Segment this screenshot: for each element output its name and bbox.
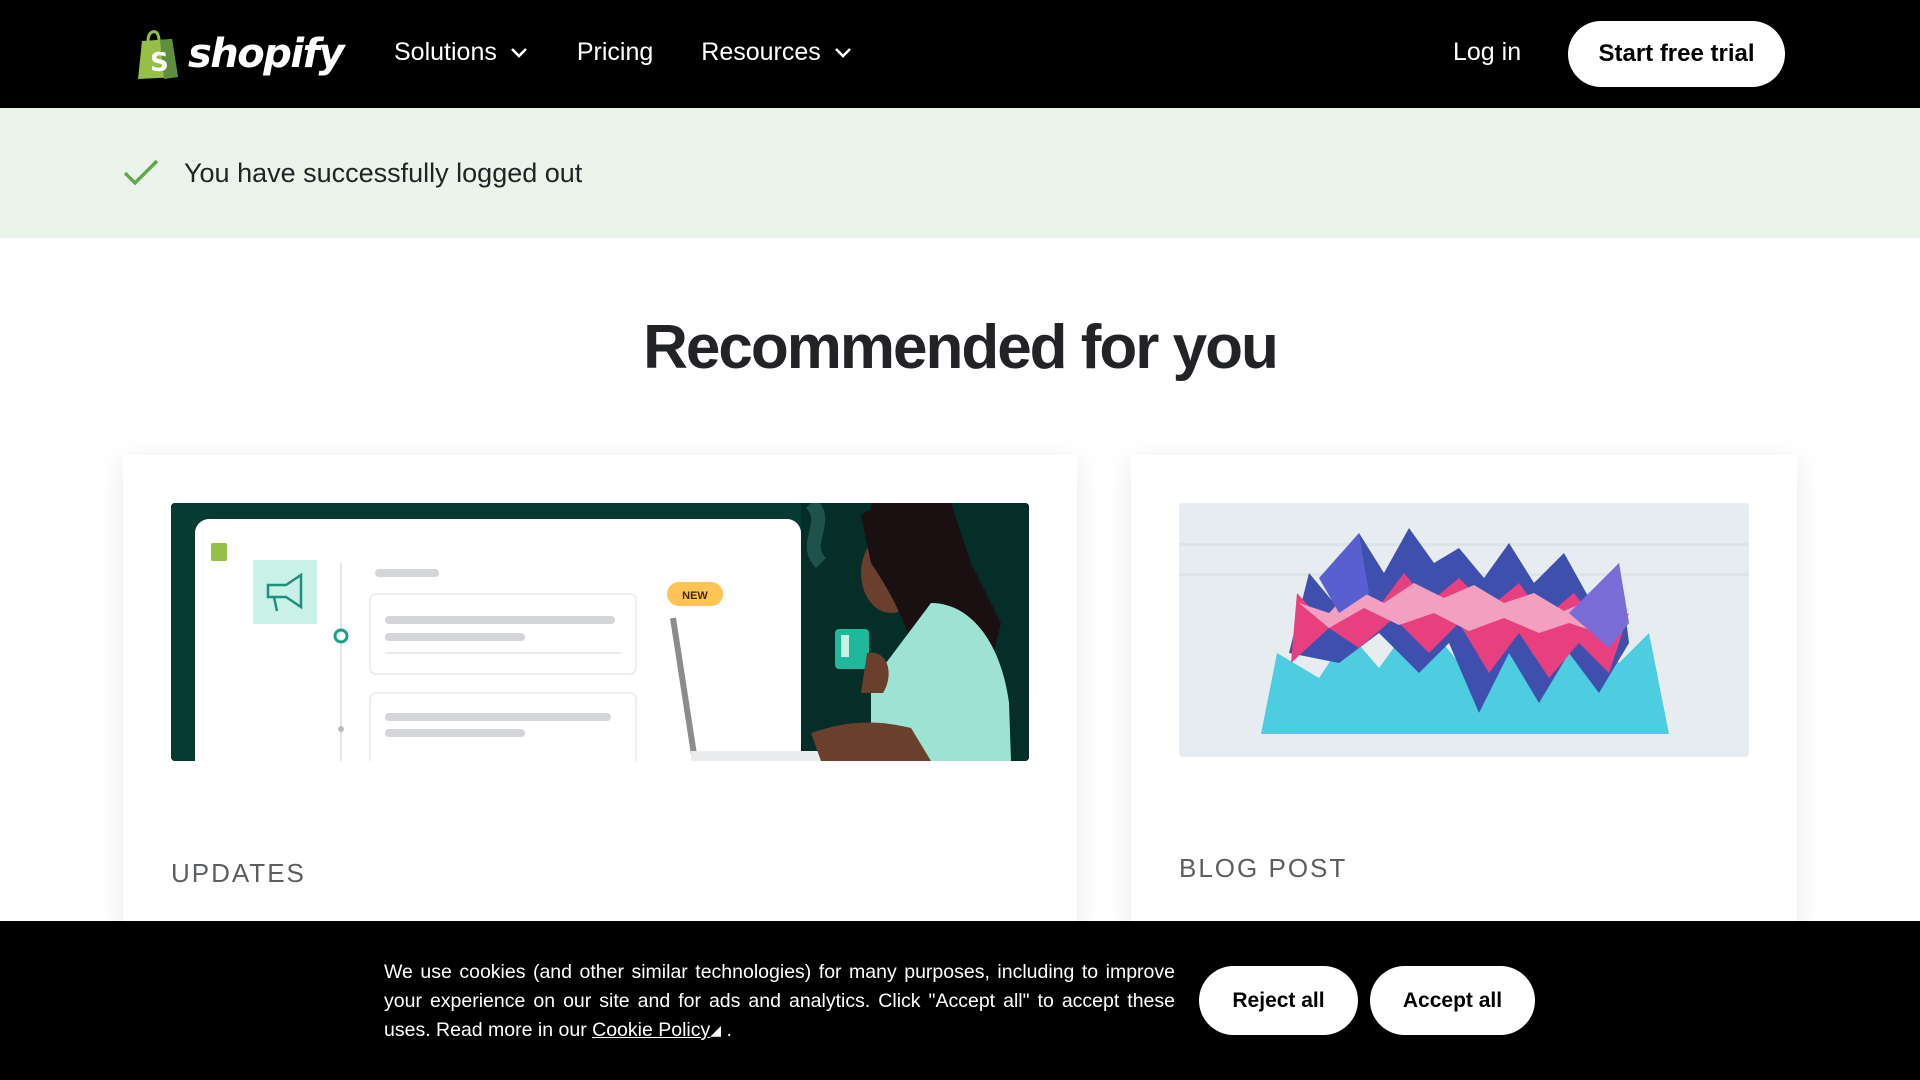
nav-solutions-label: Solutions bbox=[394, 38, 497, 66]
reject-all-button[interactable]: Reject all bbox=[1199, 966, 1358, 1035]
new-badge: NEW bbox=[682, 590, 708, 602]
nav-resources[interactable]: Resources bbox=[701, 38, 853, 67]
updates-illustration-svg: NEW bbox=[171, 503, 1029, 761]
cookie-message: We use cookies (and other similar techno… bbox=[384, 958, 1175, 1045]
card-category-label: BLOG POST bbox=[1179, 853, 1348, 883]
blog-post-image bbox=[1179, 503, 1749, 757]
banner-message: You have successfully logged out bbox=[184, 158, 583, 188]
nav-resources-label: Resources bbox=[701, 38, 821, 66]
nav-solutions[interactable]: Solutions bbox=[394, 38, 529, 67]
cookie-policy-link[interactable]: Cookie Policy bbox=[592, 1019, 710, 1041]
updates-illustration: NEW bbox=[171, 503, 1029, 761]
shopping-bag-icon: S bbox=[138, 30, 178, 79]
shopify-logo[interactable]: S shopify bbox=[134, 26, 345, 82]
chevron-down-icon bbox=[510, 47, 527, 58]
login-link[interactable]: Log in bbox=[1453, 38, 1521, 67]
page-title: Recommended for you bbox=[643, 313, 1279, 382]
cookie-policy-link-label: Cookie Policy bbox=[592, 1019, 711, 1041]
chevron-down-icon bbox=[834, 47, 851, 58]
checkmark-icon bbox=[123, 159, 159, 186]
external-link-icon: ◢ bbox=[710, 1022, 722, 1038]
top-navigation: S shopify Solutions Pricing Resources Lo… bbox=[0, 0, 1920, 108]
accept-all-button[interactable]: Accept all bbox=[1370, 966, 1535, 1035]
nav-pricing[interactable]: Pricing bbox=[577, 38, 653, 67]
recommendation-card-updates[interactable]: NEW UPDATES bbox=[123, 455, 1077, 935]
start-free-trial-button[interactable]: Start free trial bbox=[1568, 21, 1785, 87]
nav-pricing-label: Pricing bbox=[576, 38, 654, 66]
recommendation-card-blog-post[interactable]: BLOG POST bbox=[1131, 455, 1797, 935]
logo-wordmark: shopify bbox=[188, 31, 345, 77]
main-nav: Solutions Pricing Resources bbox=[394, 38, 901, 67]
cookie-message-text: We use cookies (and other similar techno… bbox=[384, 961, 1175, 1041]
card-category-label: UPDATES bbox=[171, 858, 306, 888]
svg-text:S: S bbox=[150, 48, 169, 78]
paper-chart-illustration bbox=[1179, 503, 1749, 757]
cookie-message-trailing: . bbox=[726, 1019, 732, 1041]
